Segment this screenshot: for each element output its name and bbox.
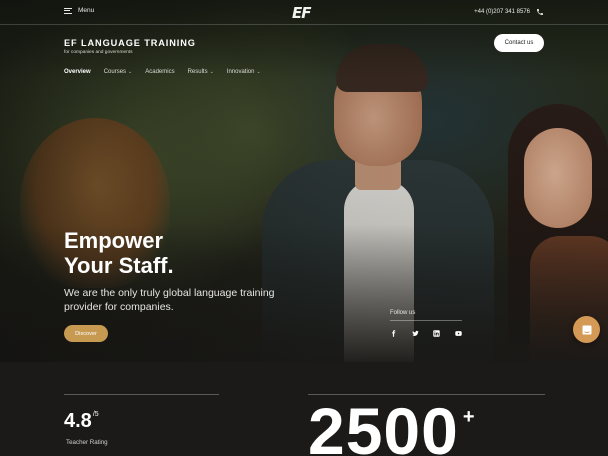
rating-value: 4.8 [64,410,92,432]
teacher-rating: 4.8 /5 [64,411,99,431]
hero-subline: We are the only truly global language tr… [64,287,275,313]
chevron-down-icon: ⌄ [128,69,133,75]
big-stat-value: 2500 [308,394,459,456]
phone-icon [537,9,543,15]
nav-item-overview[interactable]: Overview [64,69,91,75]
nav-label: Innovation [226,69,255,75]
hero-headline: Empower Your Staff. [64,228,174,278]
rating-label: Teacher Rating [66,439,108,446]
nav-label: Courses [103,69,127,75]
big-stat-suffix: + [462,406,475,428]
phone-number: +44 (0)207 341 8576 [474,9,530,15]
social-links [390,330,462,337]
chevron-down-icon: ⌄ [209,69,214,75]
nav-item-innovation[interactable]: Innovation ⌄ [227,69,261,75]
chat-icon [582,325,591,334]
hero-headline-line1: Empower [64,228,164,253]
rating-scale: /5 [92,411,99,418]
facebook-icon[interactable] [390,330,397,337]
youtube-icon[interactable] [455,330,462,337]
linkedin-icon[interactable] [433,330,441,337]
chevron-down-icon: ⌄ [256,69,261,75]
ef-logo[interactable]: EF [292,4,311,22]
nav-label: Overview [64,69,91,75]
nav-label: Academics [145,69,175,75]
nav-item-results[interactable]: Results ⌄ [188,69,214,75]
hamburger-icon [64,7,72,14]
nav-item-academics[interactable]: Academics [145,69,174,75]
twitter-icon[interactable] [411,330,419,337]
discover-button[interactable]: Discover [64,325,108,342]
nav-item-courses[interactable]: Courses ⌄ [104,69,133,75]
brand-tagline: for companies and governments [64,50,133,55]
top-bar: Menu EF +44 (0)207 341 8576 [0,0,608,25]
big-stat: 2500 + [308,398,475,456]
follow-label: Follow us [390,310,462,321]
contact-us-button[interactable]: Contact us [494,34,544,52]
brand-name: EF LANGUAGE TRAINING [64,38,196,48]
chat-button[interactable] [573,316,600,343]
menu-label: Menu [78,7,95,14]
hero-headline-line2: Your Staff. [64,253,174,278]
nav-label: Results [187,69,208,75]
stats-divider-left [64,394,219,395]
follow-us: Follow us [390,310,462,337]
brand-block: EF LANGUAGE TRAINING for companies and g… [64,38,196,55]
phone-link[interactable]: +44 (0)207 341 8576 [474,8,544,16]
main-nav: Overview Courses ⌄ Academics Results ⌄ I… [64,69,261,75]
menu-button[interactable]: Menu [64,7,94,14]
